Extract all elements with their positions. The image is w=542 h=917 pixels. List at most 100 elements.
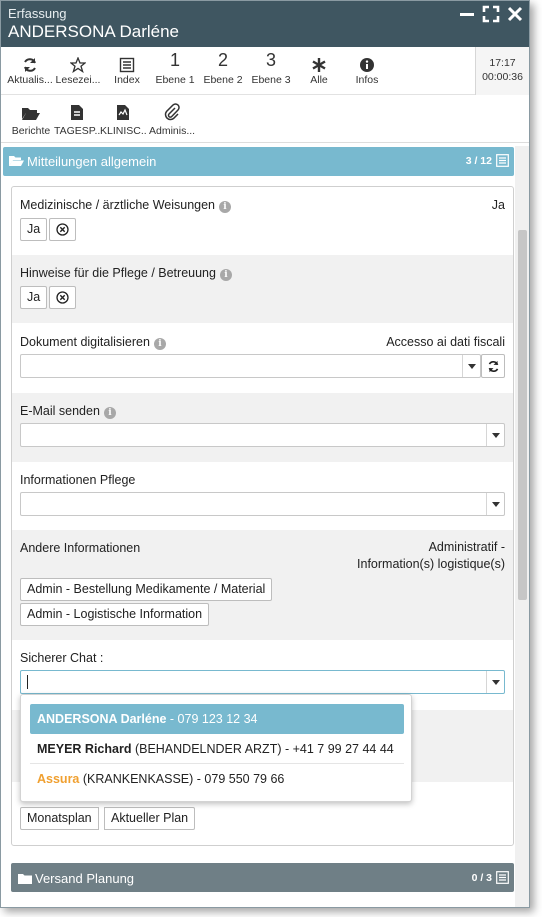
- ja-button[interactable]: Ja: [20, 286, 48, 309]
- folder-open-icon: [22, 108, 40, 120]
- section-header-mitteilungen[interactable]: Mitteilungen allgemein 3 / 12: [3, 147, 514, 176]
- refresh-button[interactable]: Aktualis...: [6, 47, 54, 93]
- minimize-button[interactable]: [458, 5, 476, 23]
- clear-button[interactable]: [49, 218, 76, 241]
- minimize-icon: [460, 13, 474, 16]
- maximize-button[interactable]: [482, 5, 500, 23]
- caret-down-icon: [467, 363, 476, 369]
- session-timer: 00:00:36: [482, 71, 523, 83]
- ebene2-button[interactable]: 2 Ebene 2: [199, 47, 247, 93]
- option-name: Assura: [37, 772, 80, 786]
- toolbar-label: Lesezei...: [55, 74, 101, 86]
- dropdown-arrow[interactable]: [462, 355, 480, 377]
- vertical-scrollbar[interactable]: [515, 146, 529, 907]
- dropdown-arrow[interactable]: [486, 671, 504, 693]
- klinisch-button[interactable]: KLINISC...: [100, 101, 146, 137]
- text-cursor: [27, 675, 28, 689]
- title-bar: Erfassung ANDERSONA Darléne: [1, 1, 529, 47]
- dokument-select[interactable]: [20, 354, 481, 378]
- field-label: E-Mail senden: [20, 404, 100, 418]
- field-email: E-Mail senden i: [12, 393, 513, 462]
- option-detail: (BEHANDELNDER ARZT) - +41 7 99 27 44 44: [131, 742, 394, 756]
- level-number: 1: [169, 50, 180, 70]
- refresh-icon: [488, 360, 498, 372]
- field-value-line1: Administratif -: [428, 540, 505, 554]
- section-title: Mitteilungen allgemein: [27, 154, 157, 169]
- folder-open-icon: [9, 156, 24, 166]
- monatsplan-button[interactable]: Monatsplan: [20, 807, 99, 830]
- toolbar-label: Ebene 2: [203, 74, 243, 86]
- documents-toolbar: Berichte TAGESP... KLINISC... Adminis...: [1, 95, 529, 141]
- dropdown-option[interactable]: ANDERSONA Darléne - 079 123 12 34: [30, 704, 404, 734]
- dropdown-arrow[interactable]: [486, 493, 504, 515]
- close-button[interactable]: [506, 5, 524, 23]
- all-button[interactable]: Alle: [295, 47, 343, 93]
- ja-button[interactable]: Ja: [20, 218, 48, 241]
- list-icon: [496, 871, 509, 884]
- clear-button[interactable]: [49, 286, 76, 309]
- paperclip-icon: [164, 103, 180, 121]
- berichte-button[interactable]: Berichte: [8, 101, 54, 137]
- section-count: 0 / 3: [471, 872, 492, 884]
- field-label: Medizinische / ärztliche Weisungen: [20, 198, 216, 212]
- toolbar-label: Alle: [310, 74, 328, 86]
- document-chart-icon: [117, 105, 129, 120]
- aktueller-plan-button[interactable]: Aktueller Plan: [104, 807, 196, 830]
- toolbar-label: Infos: [355, 74, 379, 86]
- option-detail: - 079 123 12 34: [166, 712, 258, 726]
- chat-combobox[interactable]: [20, 670, 505, 694]
- infopflege-select[interactable]: [20, 492, 505, 516]
- caret-down-icon: [491, 679, 500, 685]
- dropdown-option[interactable]: MEYER Richard (BEHANDELNDER ARZT) - +41 …: [30, 734, 404, 764]
- ebene3-button[interactable]: 3 Ebene 3: [247, 47, 295, 93]
- email-select[interactable]: [20, 423, 505, 447]
- expand-icon: [482, 5, 500, 23]
- administrativ-button[interactable]: Adminis...: [149, 101, 195, 137]
- info-icon[interactable]: i: [219, 269, 232, 281]
- field-dokument: Dokument digitalisieren i Accesso ai dati…: [12, 323, 513, 393]
- erfassung-window: Erfassung ANDERSONA Darléne Aktualis... …: [0, 0, 530, 908]
- info-icon[interactable]: i: [103, 407, 116, 419]
- field-weisungen: Medizinische / ärztliche Weisungen i Ja J…: [12, 187, 513, 255]
- field-value-line2: Information(s) logistique(s): [357, 557, 505, 571]
- toolbar-label: Ebene 1: [155, 74, 195, 86]
- dropdown-arrow[interactable]: [486, 424, 504, 446]
- clear-circle-icon: [56, 291, 69, 304]
- caret-down-icon: [491, 432, 500, 438]
- window-title: ANDERSONA Darléne: [8, 22, 180, 41]
- toolbar-label: TAGESP...: [54, 125, 100, 137]
- folder-icon: [18, 874, 32, 884]
- toolbar-label: KLINISC...: [100, 125, 146, 137]
- section-header-versand[interactable]: Versand Planung 0 / 3: [11, 863, 514, 892]
- level-number: 3: [265, 50, 276, 70]
- toolbar-label: Ebene 3: [251, 74, 291, 86]
- field-andere: Andere Informationen Administratif - Inf…: [12, 530, 513, 640]
- field-label: Dokument digitalisieren: [20, 335, 150, 349]
- tag-logistik[interactable]: Admin - Logistische Information: [20, 603, 210, 626]
- clock-time: 17:17: [489, 57, 516, 69]
- ebene1-button[interactable]: 1 Ebene 1: [151, 47, 199, 93]
- toolbar-label: Aktualis...: [7, 74, 53, 86]
- index-button[interactable]: Index: [103, 47, 151, 93]
- dropdown-option[interactable]: Assura (KRANKENKASSE) - 079 550 79 66: [30, 764, 404, 794]
- field-value: Accesso ai dati fiscali: [386, 335, 505, 349]
- info-icon[interactable]: i: [153, 338, 166, 350]
- list-icon: [496, 154, 509, 167]
- field-label: Hinweise für die Pflege / Betreuung: [20, 266, 216, 280]
- infos-button[interactable]: Infos: [343, 47, 391, 93]
- option-name: MEYER Richard: [37, 742, 132, 756]
- caret-down-icon: [491, 501, 500, 507]
- bookmark-button[interactable]: Lesezei...: [54, 47, 102, 93]
- field-label: Sicherer Chat :: [20, 651, 104, 665]
- refresh-select-button[interactable]: [481, 354, 505, 378]
- toolbar-label: Index: [114, 74, 140, 86]
- toolbar-label: Berichte: [11, 125, 51, 137]
- section-count: 3 / 12: [465, 155, 492, 167]
- scrollbar-thumb[interactable]: [518, 230, 527, 600]
- section-title: Versand Planung: [35, 871, 135, 886]
- tagesplan-button[interactable]: TAGESP...: [54, 101, 100, 137]
- tag-bestellung[interactable]: Admin - Bestellung Medikamente / Materia…: [20, 578, 273, 601]
- info-icon[interactable]: i: [219, 201, 232, 213]
- asterisk-icon: [312, 58, 326, 72]
- clock-panel: 17:17 00:00:36: [475, 47, 529, 95]
